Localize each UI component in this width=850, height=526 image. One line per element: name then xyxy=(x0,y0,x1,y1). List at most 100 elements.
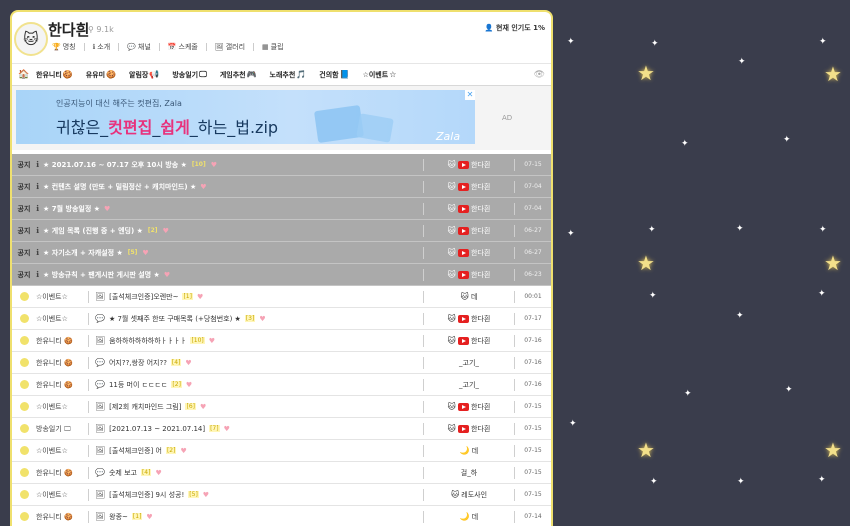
post-title[interactable]: ★ 방송규칙 + 팬게시판 게시판 설명 ★ ♥ xyxy=(43,270,423,280)
comment-count: [2] xyxy=(147,227,158,234)
menu-item-4[interactable]: 게임추천🎮 xyxy=(220,70,257,80)
post-title[interactable]: ★ 게임 목록 (진행 중 + 엔딩) ★ [2] ♥ xyxy=(43,226,423,236)
post-title[interactable]: 🖼 [2021.07.13 ~ 2021.07.14] [7] ♥ xyxy=(95,424,423,433)
post-title[interactable]: 🖼 [출석체크인증]오렌만~ [1] ♥ xyxy=(95,292,423,302)
eye-icon[interactable]: 👁 xyxy=(534,70,545,80)
notice-row[interactable]: 공지 ℹ ★ 컨텐츠 설명 (만또 + 밀림정산 + 캐치마인드) ★ ♥ 🐱 한다흰 07… xyxy=(12,176,551,198)
post-title[interactable]: ★ 컨텐츠 설명 (만또 + 밀림정산 + 캐치마인드) ★ ♥ xyxy=(43,182,423,192)
post-category[interactable]: 한유니티 🍪 xyxy=(36,468,88,478)
post-author[interactable]: 🐱 한다흰 xyxy=(424,424,514,434)
youtube-icon xyxy=(458,314,469,323)
post-row[interactable]: ☆이벤트☆ 💬 ★ 7월 셋째주 한또 구매목록 (+당첨번호) ★ [3] ♥ 🐱 한다흰… xyxy=(12,308,551,330)
post-author[interactable]: 🐱 한다흰 xyxy=(424,226,514,236)
post-title-text: ★ 게임 목록 (진행 중 + 엔딩) ★ xyxy=(43,226,143,235)
post-title[interactable]: 💬 ★ 7월 셋째주 한또 구매목록 (+당첨번호) ★ [3] ♥ xyxy=(95,314,423,324)
menu-item-5[interactable]: 노래추천🎵 xyxy=(270,70,307,80)
post-row[interactable]: ☆이벤트☆ 🖼 [출석체크인증] 어 [2] ♥ 🌙 데 07-15 xyxy=(12,440,551,462)
post-author[interactable]: _고기_ xyxy=(424,380,514,390)
post-title[interactable]: 🖼 왕종~ [1] ♥ xyxy=(95,512,423,522)
post-title[interactable]: 🖼 [출석체크인증] 9시 성공! [5] ♥ xyxy=(95,490,423,500)
post-category[interactable]: ☆이벤트☆ xyxy=(36,402,88,412)
post-category[interactable]: 방송일기 🖵 xyxy=(36,424,88,434)
post-row[interactable]: 한유니티 🍪 🖼 왕종~ [1] ♥ 🌙 데 07-14 xyxy=(12,506,551,526)
post-title[interactable]: ★ 7월 방송일정 ★ ♥ xyxy=(43,204,423,214)
channel-link-4[interactable]: 🖼 갤러리 xyxy=(215,42,245,52)
channel-link-2[interactable]: 💬 채널 xyxy=(127,42,151,52)
channel-link-0[interactable]: 🏆 명칭 xyxy=(52,42,76,52)
column-divider xyxy=(88,312,89,325)
post-author[interactable]: 🐱 레도사인 xyxy=(424,490,514,500)
menu-item-2[interactable]: 알림장📢 xyxy=(129,70,159,80)
post-category[interactable]: 한유니티 🍪 xyxy=(36,336,88,346)
channel-link-label: 채널 xyxy=(137,43,151,51)
post-author[interactable]: 🐱 데 xyxy=(424,292,514,302)
cat-face-icon: 🐱 xyxy=(447,402,456,411)
notice-row[interactable]: 공지 ℹ ★ 2021.07.16 ~ 07.17 오후 10시 방송 ★ [10] ♥… xyxy=(12,154,551,176)
ad-tagline: 인공지능이 대신 해주는 컷편집, Zala xyxy=(56,99,182,108)
notice-row[interactable]: 공지 ℹ ★ 게임 목록 (진행 중 + 엔딩) ★ [2] ♥ 🐱 한다흰 06-27 xyxy=(12,220,551,242)
post-category[interactable]: ☆이벤트☆ xyxy=(36,490,88,500)
menu-item-0[interactable]: 한유니티🍪 xyxy=(36,70,73,80)
post-author[interactable]: 🐱 한다흰 xyxy=(424,160,514,170)
post-title[interactable]: 💬 어지??,쌍장 어지?? [4] ♥ xyxy=(95,358,423,368)
post-author[interactable]: 🌙 데 xyxy=(424,512,514,522)
post-category[interactable]: 한유니티 🍪 xyxy=(36,358,88,368)
home-icon[interactable]: 🏠 xyxy=(12,70,36,80)
cat-face-icon: 🐱 xyxy=(447,424,456,433)
post-title[interactable]: ★ 2021.07.16 ~ 07.17 오후 10시 방송 ★ [10] ♥ xyxy=(43,160,423,170)
post-title[interactable]: 🖼 [출석체크인증] 어 [2] ♥ xyxy=(95,446,423,456)
post-title[interactable]: ★ 자기소개 + 자캐설정 ★ [5] ♥ xyxy=(43,248,423,258)
info-icon: ℹ xyxy=(36,270,40,279)
post-author[interactable]: 🐱 한다흰 xyxy=(424,248,514,258)
menu-item-6[interactable]: 건의함📘 xyxy=(319,70,349,80)
star-icon: ✦ xyxy=(818,289,826,299)
notice-row[interactable]: 공지 ℹ ★ 자기소개 + 자캐설정 ★ [5] ♥ 🐱 한다흰 06-27 xyxy=(12,242,551,264)
post-row[interactable]: 한유니티 🍪 💬 어지??,쌍장 어지?? [4] ♥ _고기_ 07-16 xyxy=(12,352,551,374)
post-author[interactable]: 🐱 한다흰 xyxy=(424,314,514,324)
post-author[interactable]: 🐱 한다흰 xyxy=(424,270,514,280)
post-category[interactable]: ☆이벤트☆ xyxy=(36,292,88,302)
post-row[interactable]: ☆이벤트☆ 🖼 [출석체크인증]오렌만~ [1] ♥ 🐱 데 00:01 xyxy=(12,286,551,308)
post-row[interactable]: 방송일기 🖵 🖼 [2021.07.13 ~ 2021.07.14] [7] ♥ 🐱 한다흰… xyxy=(12,418,551,440)
post-author[interactable]: 🐱 한다흰 xyxy=(424,182,514,192)
new-dot-icon xyxy=(19,424,29,433)
post-author[interactable]: _고기_ xyxy=(424,358,514,368)
post-title[interactable]: 🖼 움하하하하하하하ㅏㅏㅏㅏ [10] ♥ xyxy=(95,336,423,346)
post-category[interactable]: 한유니티 🍪 xyxy=(36,380,88,390)
post-author[interactable]: 🐱 한다흰 xyxy=(424,402,514,412)
new-dot-icon xyxy=(19,512,29,521)
ad-banner[interactable]: 인공지능이 대신 해주는 컷편집, Zala 귀찮은_컷편집_쉽게_하는_법.z… xyxy=(16,90,475,144)
post-author[interactable]: 걸_하 xyxy=(424,468,514,478)
subscriber-icon: ⚲ xyxy=(88,25,94,34)
menu-item-icon: 🎵 xyxy=(296,69,307,79)
post-row[interactable]: 한유니티 🍪 💬 숫제 보고 [4] ♥ 걸_하 07-15 xyxy=(12,462,551,484)
post-author[interactable]: 🌙 데 xyxy=(424,446,514,456)
post-author[interactable]: 🐱 한다흰 xyxy=(424,336,514,346)
channel-link-5[interactable]: ▦ 클립 xyxy=(262,42,284,52)
post-row[interactable]: 한유니티 🍪 🖼 움하하하하하하하ㅏㅏㅏㅏ [10] ♥ 🐱 한다흰 07-16 xyxy=(12,330,551,352)
post-title[interactable]: 💬 11등 머이 ㄷㄷㄷㄷ [2] ♥ xyxy=(95,380,423,390)
menu-item-1[interactable]: 유유미🍪 xyxy=(86,70,116,80)
cat-face-icon: 🐱 xyxy=(447,336,456,345)
post-category[interactable]: 한유니티 🍪 xyxy=(36,512,88,522)
post-row[interactable]: ☆이벤트☆ 🖼 [제2회 캐치마인드 그림] [6] ♥ 🐱 한다흰 07-15 xyxy=(12,396,551,418)
post-row[interactable]: ☆이벤트☆ 🖼 [출석체크인증] 9시 성공! [5] ♥ 🐱 레도사인 07-15 xyxy=(12,484,551,506)
post-category[interactable]: ☆이벤트☆ xyxy=(36,446,88,456)
ad-close-icon[interactable]: ✕ xyxy=(465,90,475,100)
post-row[interactable]: 한유니티 🍪 💬 11등 머이 ㄷㄷㄷㄷ [2] ♥ _고기_ 07-16 xyxy=(12,374,551,396)
post-title[interactable]: 💬 숫제 보고 [4] ♥ xyxy=(95,468,423,478)
ad-area: 인공지능이 대신 해주는 컷편집, Zala 귀찮은_컷편집_쉽게_하는_법.z… xyxy=(12,86,551,150)
ad-headline: 귀찮은_컷편집_쉽게_하는_법.zip xyxy=(56,118,279,137)
menu-item-7[interactable]: ☆이벤트☆ xyxy=(363,70,397,80)
menu-item-3[interactable]: 방송일기🖵 xyxy=(172,70,206,80)
channel-avatar[interactable]: 🐱 xyxy=(14,22,48,56)
column-divider xyxy=(88,378,89,391)
channel-link-1[interactable]: ℹ 소개 xyxy=(93,42,111,52)
channel-title[interactable]: 한다흰 xyxy=(48,19,89,40)
post-category[interactable]: ☆이벤트☆ xyxy=(36,314,88,324)
channel-link-3[interactable]: 📅 스케줄 xyxy=(168,42,198,52)
notice-row[interactable]: 공지 ℹ ★ 방송규칙 + 팬게시판 게시판 설명 ★ ♥ 🐱 한다흰 06-23 xyxy=(12,264,551,286)
post-author[interactable]: 🐱 한다흰 xyxy=(424,204,514,214)
post-title[interactable]: 🖼 [제2회 캐치마인드 그림] [6] ♥ xyxy=(95,402,423,412)
notice-row[interactable]: 공지 ℹ ★ 7월 방송일정 ★ ♥ 🐱 한다흰 07-04 xyxy=(12,198,551,220)
